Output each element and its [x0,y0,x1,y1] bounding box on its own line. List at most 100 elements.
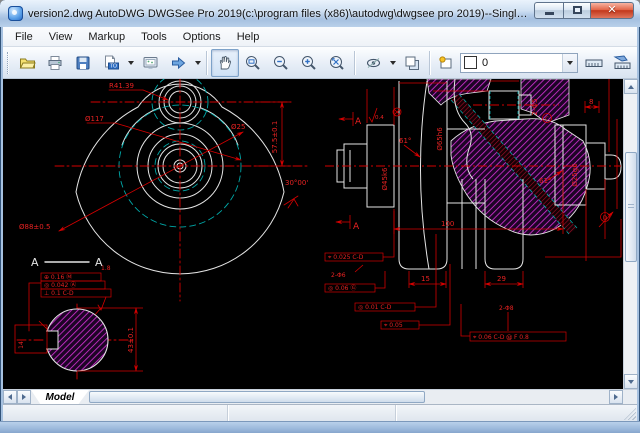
convert-dwg-icon: TO [104,55,119,69]
window-frame-bottom [0,421,640,433]
dim-label: 2-Φ6 [331,272,346,279]
dim-label: 100 [441,220,454,228]
zoom-out-icon [274,55,288,70]
scroll-down-button[interactable] [624,374,638,389]
section-letter: A [353,222,360,232]
window-controls: ✕ [534,1,634,21]
dim-label: Ø45k6 [381,167,389,190]
tab-scroll-right-button[interactable] [17,390,31,404]
dim-label: 8 [589,98,593,106]
zoom-in-button[interactable] [295,49,323,77]
section-letter: A [95,256,103,269]
print-button[interactable] [41,49,69,77]
scrollbar-corner [623,390,637,404]
arrow-left-icon [5,394,12,400]
layer-name: 0 [482,56,489,69]
menu-view[interactable]: View [41,29,81,45]
fcf-text: ◎ 0.042 Ⓐ [44,281,76,289]
layer-color-button[interactable] [434,49,458,77]
side-view-hatching [426,79,591,236]
view-mode-button[interactable] [359,49,387,77]
svg-text:TO: TO [110,63,117,69]
section-view [14,307,143,372]
maximize-button[interactable] [563,1,590,19]
arrow-right-icon [614,394,621,400]
scroll-right-button[interactable] [609,390,623,404]
maximize-icon [572,6,582,14]
vertical-scrollbar-thumb[interactable] [625,152,637,262]
tab-model[interactable]: Model [31,390,89,404]
section-letter: A [355,117,362,127]
minimize-icon [544,11,554,15]
fcf-text: ⊥ 0.1 C-D [44,290,74,297]
tab-model-label: Model [45,391,75,403]
horizontal-scrollbar-thumb[interactable] [89,391,425,403]
fcf-text: ⌖ 0.025 C-D [328,254,364,261]
toolbar-separator [354,50,356,75]
chevron-down-icon [389,61,396,68]
measure-area-icon [613,54,631,69]
menu-tools[interactable]: Tools [133,29,175,45]
zoom-window-button[interactable] [239,49,267,77]
sheet-tab-row: Model [3,389,637,404]
monitor-icon [143,56,157,69]
pan-button[interactable] [211,48,239,77]
dim-label: Ø25g6 [571,163,579,187]
layer-color-icon [439,55,452,68]
view-dropdown[interactable] [192,50,203,76]
section-letter: A [31,256,39,269]
status-panel [3,405,228,421]
arrow-down-icon [628,379,634,387]
ruler-icon [585,59,603,67]
convert-dropdown[interactable] [125,50,136,76]
tab-scroll-left-button[interactable] [3,390,17,404]
window-title: version2.dwg AutoDWG DWGSee Pro 2019(c:\… [28,7,530,20]
zoom-out-button[interactable] [267,49,295,77]
datum-letter: C [545,117,549,123]
menu-options[interactable]: Options [175,29,229,45]
eye-icon [366,57,380,68]
next-view-button[interactable] [164,49,192,77]
vertical-scrollbar[interactable] [623,79,638,389]
chevron-down-icon [127,61,134,68]
dim-label: 2-Φ5 [531,99,539,116]
minimize-button[interactable] [534,1,563,19]
save-button[interactable] [69,49,97,77]
toolbar-separator [429,50,431,75]
close-button[interactable]: ✕ [590,1,634,19]
layer-select-dropdown[interactable] [562,53,577,72]
datum-letter: D [603,216,607,222]
toolbar-grip-handle[interactable] [7,51,9,74]
view-mode-dropdown[interactable] [387,50,398,76]
fullscreen-button[interactable] [136,49,164,77]
convert-button[interactable]: TO [97,49,125,77]
floppy-disk-icon [76,56,90,69]
menu-file[interactable]: File [7,29,41,45]
zoom-window-icon [246,55,260,70]
arrow-right-icon [22,394,29,400]
zoom-extents-icon [330,55,344,70]
open-button[interactable] [13,49,41,77]
resize-grip[interactable] [624,408,636,420]
drawing-canvas[interactable]: R41.39 Ø117 Ø25 57.5±0.1 30°00' Ø88±0.5 … [3,79,623,389]
zoom-extents-button[interactable] [323,49,351,77]
menu-markup[interactable]: Markup [80,29,133,45]
measure-distance-button[interactable] [636,49,640,77]
measure-length-button[interactable] [580,49,608,77]
status-bar [3,404,637,421]
layers-button[interactable] [398,49,426,77]
dim-label: Ø65h6 [436,127,444,151]
layer-select[interactable]: 0 [460,52,578,73]
dim-label: 0.4 [375,115,384,121]
horizontal-scrollbar-track[interactable] [425,390,609,404]
measure-area-button[interactable] [608,49,636,77]
dim-label: 14 [18,341,25,349]
dim-label: 30°00' [285,179,308,187]
scroll-up-button[interactable] [624,79,638,94]
title-bar[interactable]: version2.dwg AutoDWG DWGSee Pro 2019(c:\… [0,0,640,27]
status-panel [228,405,396,421]
dim-label: 61° [539,177,551,185]
menu-help[interactable]: Help [229,29,268,45]
status-panel [396,405,637,421]
dim-label: 57.5±0.1 [271,121,279,154]
